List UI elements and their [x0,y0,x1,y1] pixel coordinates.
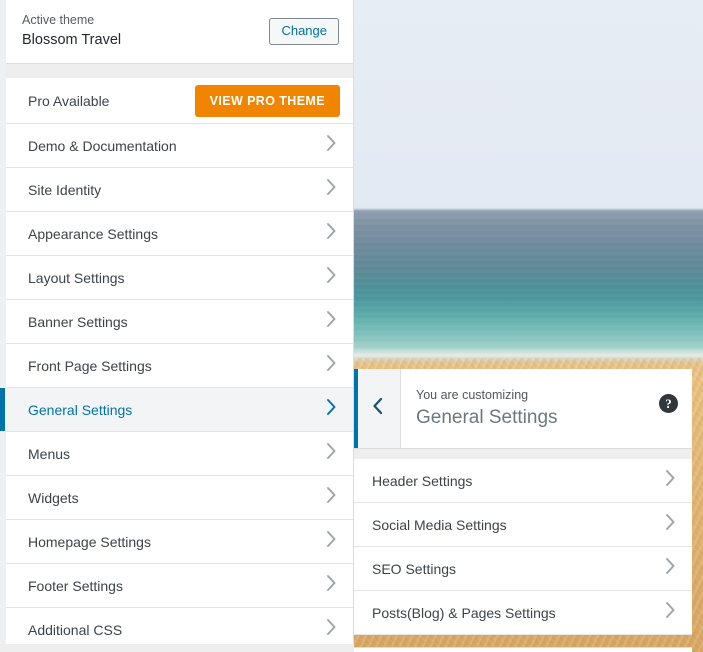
sidebar-item-label: Demo & Documentation [28,137,177,154]
sidebar-item-label: Widgets [28,489,79,506]
panel-title: General Settings [416,407,558,428]
help-icon[interactable]: ? [659,394,678,413]
sidebar-item-label: Banner Settings [28,313,128,330]
sidebar-item-footer-settings[interactable]: Footer Settings [6,564,353,608]
sidebar-item-label: Footer Settings [28,577,123,594]
sidebar-item-label: Layout Settings [28,269,125,286]
sidebar-gap-band [6,64,353,78]
view-pro-theme-button[interactable]: VIEW PRO THEME [194,84,340,117]
sidebar-item-appearance-settings[interactable]: Appearance Settings [6,212,353,256]
panel-back-button[interactable] [354,369,401,448]
panel-section-list: Header Settings Social Media Settings SEO … [354,459,692,635]
panel-item-seo-settings[interactable]: SEO Settings [354,547,692,591]
chevron-right-icon [664,601,676,624]
sidebar-item-banner-settings[interactable]: Banner Settings [6,300,353,344]
sidebar-item-label: Menus [28,445,71,462]
chevron-right-icon [325,354,337,377]
panel-item-social-media-settings[interactable]: Social Media Settings [354,503,692,547]
sidebar-bottom-strip [0,644,354,652]
general-settings-panel: You are customizing General Settings ? H… [354,369,692,647]
panel-item-label: Social Media Settings [372,516,507,533]
chevron-right-icon [325,442,337,465]
panel-item-label: SEO Settings [372,560,457,577]
chevron-right-icon [664,557,676,580]
chevron-right-icon [325,178,337,201]
chevron-right-icon [664,513,676,536]
chevron-right-icon [325,134,337,157]
chevron-right-icon [325,398,337,421]
sidebar-item-label: Additional CSS [28,621,123,638]
sidebar-item-demo-documentation[interactable]: Demo & Documentation [6,124,353,168]
panel-item-posts-blog-pages-settings[interactable]: Posts(Blog) & Pages Settings [354,591,692,635]
sidebar-item-front-page-settings[interactable]: Front Page Settings [6,344,353,388]
panel-customizing-label: You are customizing [416,388,529,402]
pro-available-label: Pro Available [28,92,110,109]
sidebar-nav-list: Pro Available VIEW PRO THEME Demo & Docu… [0,78,353,652]
panel-accent-bar [354,369,358,448]
chevron-right-icon [325,574,337,597]
sidebar-item-label: General Settings [28,401,133,418]
panel-gap-band [354,449,692,459]
panel-title-group: You are customizing General Settings [416,387,558,431]
panel-rows-container: Header Settings Social Media Settings SEO … [354,459,692,635]
customizer-sidebar: Active theme Blossom Travel Change Pro A… [0,0,354,652]
sidebar-item-general-settings[interactable]: General Settings [0,388,353,432]
chevron-right-icon [325,530,337,553]
active-theme-header: Active theme Blossom Travel Change [6,0,353,64]
customizer-screen: Active theme Blossom Travel Change Pro A… [0,0,703,652]
sidebar-section-rows: Demo & Documentation Site Identity Appeara… [0,124,353,652]
chevron-right-icon [664,469,676,492]
chevron-right-icon [325,266,337,289]
chevron-right-icon [325,618,337,641]
chevron-left-icon [371,397,384,420]
panel-item-label: Header Settings [372,472,473,489]
sidebar-item-label: Appearance Settings [28,225,158,242]
sidebar-item-site-identity[interactable]: Site Identity [6,168,353,212]
sidebar-item-label: Front Page Settings [28,357,152,374]
change-theme-button[interactable]: Change [269,18,339,45]
selected-accent-bar [0,388,5,431]
sidebar-item-label: Site Identity [28,181,102,198]
sidebar-item-layout-settings[interactable]: Layout Settings [6,256,353,300]
panel-item-header-settings[interactable]: Header Settings [354,459,692,503]
panel-item-label: Posts(Blog) & Pages Settings [372,604,556,621]
chevron-right-icon [325,222,337,245]
chevron-right-icon [325,310,337,333]
sidebar-item-menus[interactable]: Menus [6,432,353,476]
sidebar-item-homepage-settings[interactable]: Homepage Settings [6,520,353,564]
sidebar-inner: Active theme Blossom Travel Change Pro A… [0,0,353,652]
chevron-right-icon [325,486,337,509]
sidebar-item-label: Homepage Settings [28,533,151,550]
sidebar-row-pro-available: Pro Available VIEW PRO THEME [6,78,353,124]
panel-header: You are customizing General Settings ? [354,369,692,449]
panel-bottom-strip [354,647,692,652]
sidebar-item-widgets[interactable]: Widgets [6,476,353,520]
